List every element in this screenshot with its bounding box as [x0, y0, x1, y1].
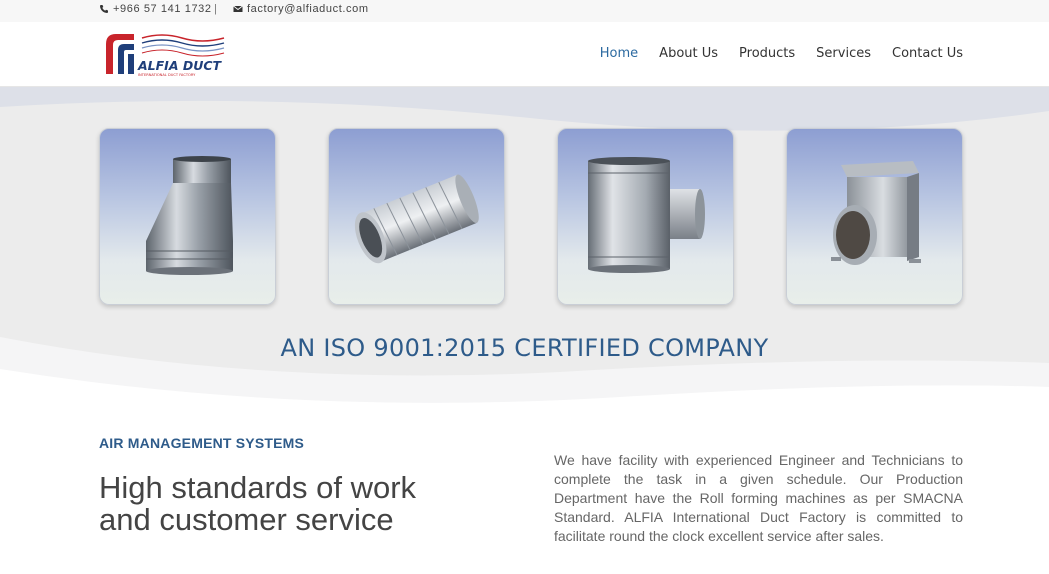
product-card-plenum-box[interactable] [786, 128, 963, 305]
nav-home[interactable]: Home [600, 46, 638, 61]
logo-tagline: INTERNATIONAL DUCT FACTORY [138, 73, 196, 77]
nav-products[interactable]: Products [739, 46, 795, 61]
reducer-image [146, 156, 233, 275]
top-bar: +966 57 141 1732 | factory@alfiaduct.com [0, 0, 1049, 22]
section-kicker: AIR MANAGEMENT SYSTEMS [99, 435, 305, 451]
product-card-silencer[interactable] [328, 128, 505, 305]
email-address: factory@alfiaduct.com [247, 3, 369, 15]
nav-about-us[interactable]: About Us [659, 46, 718, 61]
alfia-duct-logo[interactable]: ALFIA DUCT INTERNATIONAL DUCT FACTORY [104, 30, 228, 78]
phone-icon [100, 5, 108, 13]
silencer-image [354, 174, 479, 264]
section-title: High standards of work and customer serv… [99, 470, 417, 537]
nav-services[interactable]: Services [816, 46, 871, 61]
iso-certified-headline: AN ISO 9001:2015 CERTIFIED COMPANY [280, 334, 769, 362]
topbar-separator: | [214, 3, 217, 15]
envelope-icon [233, 5, 243, 12]
product-card-reducer[interactable] [99, 128, 276, 305]
main-nav: Home About Us Products Services Contact … [579, 46, 963, 61]
nav-contact-us[interactable]: Contact Us [892, 46, 963, 61]
plenum-box-image [831, 161, 921, 265]
product-card-tee[interactable] [557, 128, 734, 305]
section-description: We have facility with experienced Engine… [554, 452, 963, 544]
phone-contact[interactable]: +966 57 141 1732 [99, 3, 212, 15]
email-contact[interactable]: factory@alfiaduct.com [233, 3, 369, 15]
site-header: ALFIA DUCT INTERNATIONAL DUCT FACTORY Ho… [0, 22, 1049, 87]
phone-number: +966 57 141 1732 [113, 3, 212, 15]
logo-wordmark: ALFIA DUCT [137, 58, 223, 73]
tee-image [588, 157, 705, 273]
